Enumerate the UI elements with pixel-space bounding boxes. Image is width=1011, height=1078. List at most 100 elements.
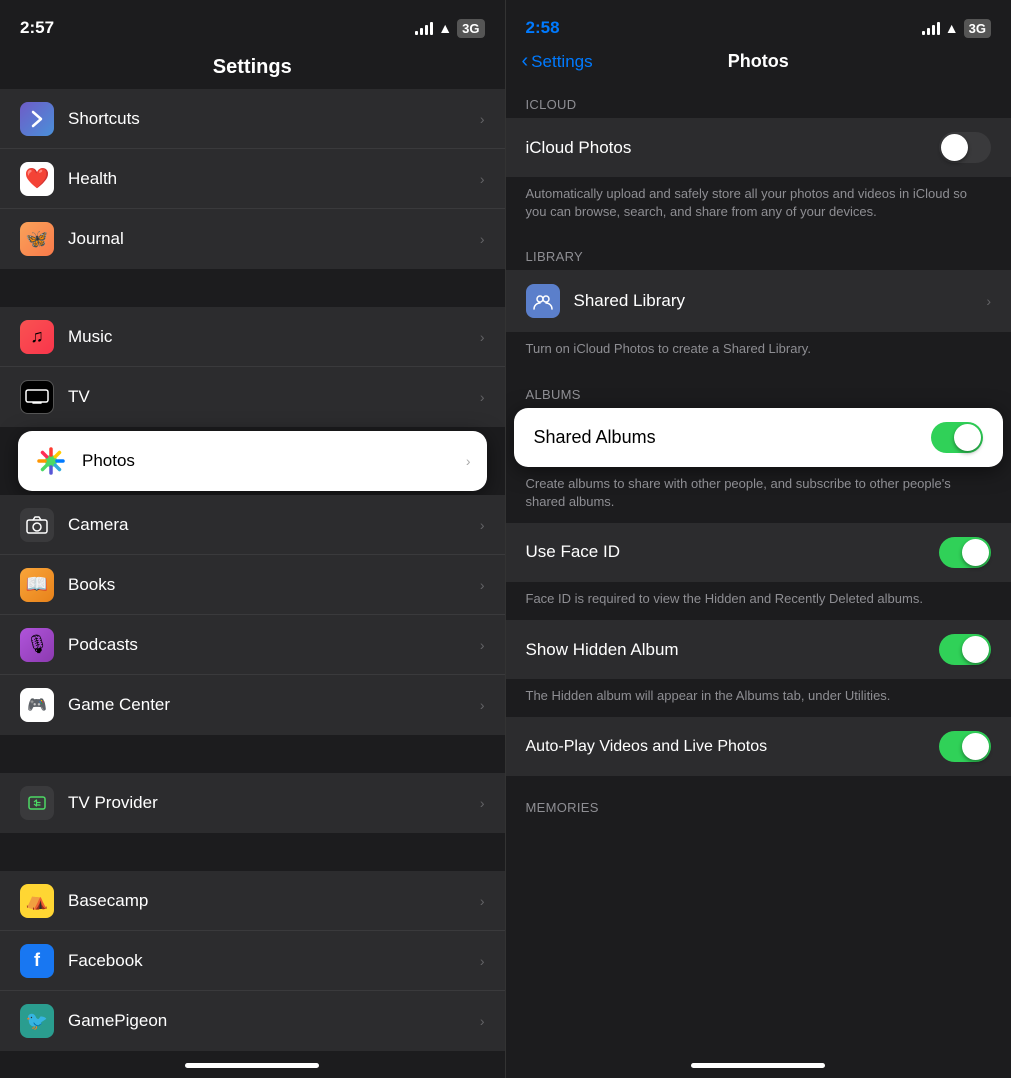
icloud-section-label: ICLOUD bbox=[506, 81, 1011, 118]
settings-item-gamecenter[interactable]: 🎮 Game Center › bbox=[0, 675, 505, 735]
show-hidden-album-row[interactable]: Show Hidden Album bbox=[506, 620, 1011, 679]
basecamp-label: Basecamp bbox=[68, 891, 480, 911]
status-bar-right: 2:58 ▲ 3G bbox=[506, 0, 1011, 50]
podcasts-label: Podcasts bbox=[68, 635, 480, 655]
settings-item-tvprovider[interactable]: TV Provider › bbox=[0, 773, 505, 833]
facebook-label: Facebook bbox=[68, 951, 480, 971]
signal-icon bbox=[415, 21, 433, 35]
shared-library-label: Shared Library bbox=[574, 291, 987, 311]
home-indicator-right bbox=[691, 1063, 825, 1068]
shared-albums-toggle[interactable] bbox=[931, 422, 983, 453]
gamepigeon-label: GamePigeon bbox=[68, 1011, 480, 1031]
icloud-photos-row[interactable]: iCloud Photos bbox=[506, 118, 1011, 177]
tvprovider-icon bbox=[20, 786, 54, 820]
icloud-photos-toggle[interactable] bbox=[939, 132, 991, 163]
face-id-description: Face ID is required to view the Hidden a… bbox=[506, 582, 1011, 620]
settings-panel: 2:57 ▲ 3G Settings Shortcuts bbox=[0, 0, 505, 1078]
settings-item-books[interactable]: 📖 Books › bbox=[0, 555, 505, 615]
journal-chevron: › bbox=[480, 231, 485, 247]
back-button[interactable]: ‹ Settings bbox=[522, 50, 593, 73]
toggle-knob-3 bbox=[962, 539, 989, 566]
settings-item-music[interactable]: ♫ Music › bbox=[0, 307, 505, 367]
tv-icon bbox=[20, 380, 54, 414]
shortcuts-chevron: › bbox=[480, 111, 485, 127]
settings-item-facebook[interactable]: f Facebook › bbox=[0, 931, 505, 991]
autoplay-toggle[interactable] bbox=[939, 731, 991, 762]
toggle-knob bbox=[941, 134, 968, 161]
autoplay-videos-label: Auto-Play Videos and Live Photos bbox=[526, 738, 940, 756]
health-label: Health bbox=[68, 169, 480, 189]
navigation-bar-right: ‹ Settings Photos bbox=[506, 50, 1011, 81]
face-id-toggle[interactable] bbox=[939, 537, 991, 568]
time-left: 2:57 bbox=[20, 18, 54, 38]
battery-icon-right: 3G bbox=[964, 19, 991, 38]
icloud-photos-description: Automatically upload and safely store al… bbox=[506, 177, 1011, 233]
photos-icon bbox=[34, 444, 68, 478]
battery-icon: 3G bbox=[457, 19, 484, 38]
tv-chevron: › bbox=[480, 389, 485, 405]
group-spacer-2 bbox=[0, 737, 505, 773]
hidden-album-description: The Hidden album will appear in the Albu… bbox=[506, 679, 1011, 717]
group-system: Shortcuts › ❤️ Health › 🦋 Journal › bbox=[0, 89, 505, 269]
use-face-id-label: Use Face ID bbox=[526, 542, 940, 562]
photos-settings-content: ICLOUD iCloud Photos Automatically uploa… bbox=[506, 81, 1011, 1055]
memories-section-label: MEMORIES bbox=[506, 784, 1011, 821]
gamecenter-chevron: › bbox=[480, 697, 485, 713]
use-face-id-row[interactable]: Use Face ID bbox=[506, 523, 1011, 582]
basecamp-chevron: › bbox=[480, 893, 485, 909]
home-indicator-left bbox=[185, 1063, 319, 1068]
gamecenter-label: Game Center bbox=[68, 695, 480, 715]
show-hidden-toggle[interactable] bbox=[939, 634, 991, 665]
tvprovider-chevron: › bbox=[480, 795, 485, 811]
music-label: Music bbox=[68, 327, 480, 347]
shortcuts-icon bbox=[20, 102, 54, 136]
hidden-album-group: Show Hidden Album bbox=[506, 620, 1011, 679]
camera-icon bbox=[20, 508, 54, 542]
settings-item-photos[interactable]: Photos › bbox=[18, 431, 487, 491]
group-spacer-3 bbox=[0, 835, 505, 871]
shared-library-row[interactable]: Shared Library › bbox=[506, 270, 1011, 332]
time-right: 2:58 bbox=[526, 18, 560, 38]
music-icon: ♫ bbox=[20, 320, 54, 354]
faceid-group: Use Face ID bbox=[506, 523, 1011, 582]
status-icons-right: ▲ 3G bbox=[922, 19, 991, 38]
settings-item-tv[interactable]: TV › bbox=[0, 367, 505, 427]
toggle-knob-2 bbox=[954, 424, 981, 451]
wifi-icon: ▲ bbox=[438, 20, 452, 36]
settings-item-shortcuts[interactable]: Shortcuts › bbox=[0, 89, 505, 149]
settings-item-gamepigeon[interactable]: 🐦 GamePigeon › bbox=[0, 991, 505, 1051]
settings-item-podcasts[interactable]: 🎙 Podcasts › bbox=[0, 615, 505, 675]
photos-settings-panel: 2:58 ▲ 3G ‹ Settings Photos ICLOUD iClou… bbox=[506, 0, 1011, 1078]
tvprovider-label: TV Provider bbox=[68, 793, 480, 813]
status-icons-left: ▲ 3G bbox=[415, 19, 484, 38]
photos-highlight-wrapper: Photos › bbox=[8, 431, 497, 491]
health-icon: ❤️ bbox=[20, 162, 54, 196]
autoplay-videos-row[interactable]: Auto-Play Videos and Live Photos bbox=[506, 717, 1011, 776]
settings-item-health[interactable]: ❤️ Health › bbox=[0, 149, 505, 209]
shared-albums-label: Shared Albums bbox=[534, 427, 932, 448]
toggle-knob-5 bbox=[962, 733, 989, 760]
icloud-group: iCloud Photos bbox=[506, 118, 1011, 177]
settings-list: Shortcuts › ❤️ Health › 🦋 Journal › bbox=[0, 89, 505, 1055]
page-title-right: Photos bbox=[728, 51, 789, 72]
library-section-label: LIBRARY bbox=[506, 233, 1011, 270]
podcasts-chevron: › bbox=[480, 637, 485, 653]
health-chevron: › bbox=[480, 171, 485, 187]
settings-item-journal[interactable]: 🦋 Journal › bbox=[0, 209, 505, 269]
facebook-icon: f bbox=[20, 944, 54, 978]
settings-title: Settings bbox=[0, 50, 505, 89]
signal-icon-right bbox=[922, 21, 940, 35]
journal-icon: 🦋 bbox=[20, 222, 54, 256]
gamepigeon-icon: 🐦 bbox=[20, 1004, 54, 1038]
group-tvprovider: TV Provider › bbox=[0, 773, 505, 833]
toggle-knob-4 bbox=[962, 636, 989, 663]
settings-item-basecamp[interactable]: ⛺ Basecamp › bbox=[0, 871, 505, 931]
photos-chevron: › bbox=[466, 453, 471, 469]
group-spacer-1 bbox=[0, 271, 505, 307]
music-chevron: › bbox=[480, 329, 485, 345]
autoplay-group: Auto-Play Videos and Live Photos bbox=[506, 717, 1011, 776]
shared-albums-row[interactable]: Shared Albums bbox=[514, 408, 1004, 467]
settings-item-camera[interactable]: Camera › bbox=[0, 495, 505, 555]
journal-label: Journal bbox=[68, 229, 480, 249]
tv-label: TV bbox=[68, 387, 480, 407]
